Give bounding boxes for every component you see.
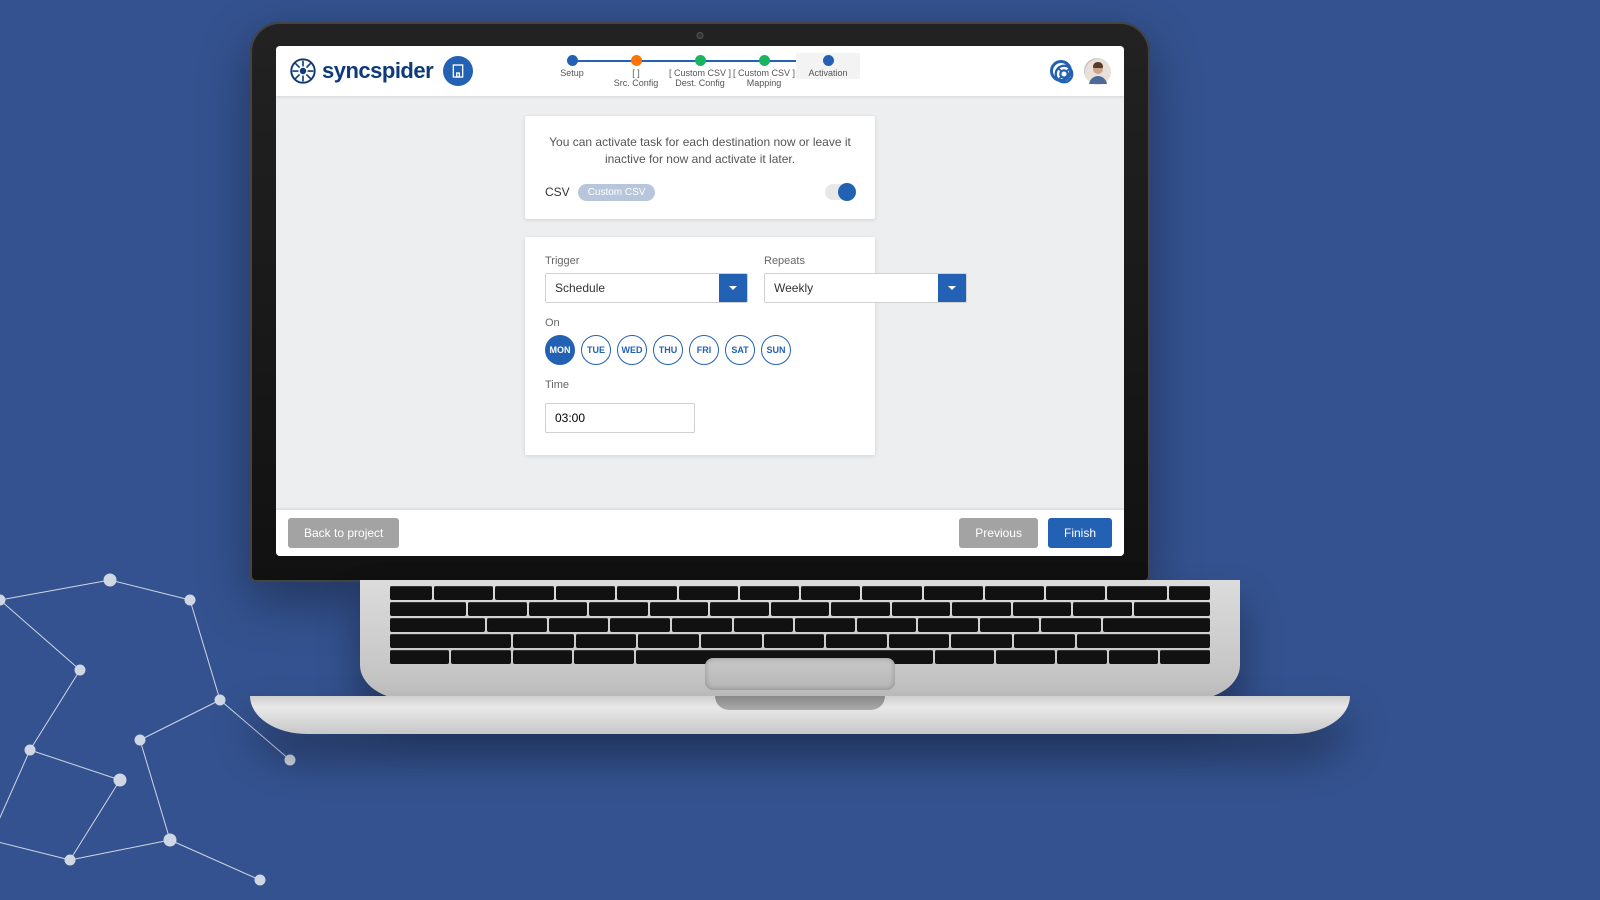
previous-button[interactable]: Previous — [959, 518, 1038, 548]
app-screen: syncspider Setup [ — [276, 46, 1124, 556]
repeats-value[interactable] — [765, 274, 938, 302]
step-label: [ Custom CSV ] Dest. Config — [669, 69, 731, 89]
day-fri[interactable]: FRI — [689, 335, 719, 365]
trigger-value[interactable] — [546, 274, 719, 302]
help-icon[interactable] — [1050, 60, 1072, 82]
avatar-icon — [1085, 59, 1111, 85]
time-label: Time — [545, 379, 855, 391]
time-input[interactable] — [545, 403, 695, 433]
trigger-field: Trigger — [545, 255, 748, 303]
trigger-select[interactable] — [545, 273, 748, 303]
chevron-down-icon — [938, 274, 966, 302]
building-icon — [450, 63, 466, 79]
step-label: Activation — [808, 69, 847, 79]
schedule-card: Trigger Repeats — [525, 237, 875, 455]
day-sat[interactable]: SAT — [725, 335, 755, 365]
finish-button[interactable]: Finish — [1048, 518, 1112, 548]
step-dest-config[interactable]: [ Custom CSV ] Dest. Config — [668, 53, 732, 89]
step-mapping[interactable]: [ Custom CSV ] Mapping — [732, 53, 796, 89]
wizard-stepper: Setup [ ] Src. Config [ Custom CSV ] Des… — [540, 53, 860, 89]
trigger-label: Trigger — [545, 255, 748, 267]
spider-icon — [290, 58, 316, 84]
lifebuoy-icon — [1053, 63, 1075, 85]
destination-row: CSV Custom CSV — [545, 184, 855, 201]
step-label: [ ] Src. Config — [614, 69, 659, 89]
back-to-project-button[interactable]: Back to project — [288, 518, 399, 548]
laptop-base — [250, 696, 1350, 734]
day-thu[interactable]: THU — [653, 335, 683, 365]
activation-toggle[interactable] — [825, 184, 855, 200]
on-label: On — [545, 317, 855, 329]
repeats-select[interactable] — [764, 273, 967, 303]
repeats-label: Repeats — [764, 255, 967, 267]
content-area: You can activate task for each destinati… — [276, 96, 1124, 510]
day-mon[interactable]: MON — [545, 335, 575, 365]
user-avatar[interactable] — [1084, 58, 1110, 84]
step-setup[interactable]: Setup — [540, 53, 604, 79]
day-wed[interactable]: WED — [617, 335, 647, 365]
step-src-config[interactable]: [ ] Src. Config — [604, 53, 668, 89]
trackpad — [705, 658, 895, 690]
destination-label: CSV — [545, 185, 570, 199]
step-activation[interactable]: Activation — [796, 53, 860, 79]
top-bar: syncspider Setup [ — [276, 46, 1124, 96]
activation-headline: You can activate task for each destinati… — [545, 134, 855, 168]
step-label: [ Custom CSV ] Mapping — [733, 69, 795, 89]
day-tue[interactable]: TUE — [581, 335, 611, 365]
brand-logo[interactable]: syncspider — [290, 58, 433, 84]
repeats-field: Repeats — [764, 255, 967, 303]
webcam-dot — [697, 32, 704, 39]
chevron-down-icon — [719, 274, 747, 302]
day-sun[interactable]: SUN — [761, 335, 791, 365]
brand-text: syncspider — [322, 58, 433, 84]
organization-button[interactable] — [443, 56, 473, 86]
day-picker: MON TUE WED THU FRI SAT SUN — [545, 335, 855, 365]
wizard-footer: Back to project Previous Finish — [276, 510, 1124, 556]
laptop-mockup: syncspider Setup [ — [250, 22, 1350, 734]
activation-card: You can activate task for each destinati… — [525, 116, 875, 219]
step-label: Setup — [560, 69, 584, 79]
destination-chip: Custom CSV — [578, 184, 656, 201]
laptop-keyboard — [360, 580, 1240, 700]
